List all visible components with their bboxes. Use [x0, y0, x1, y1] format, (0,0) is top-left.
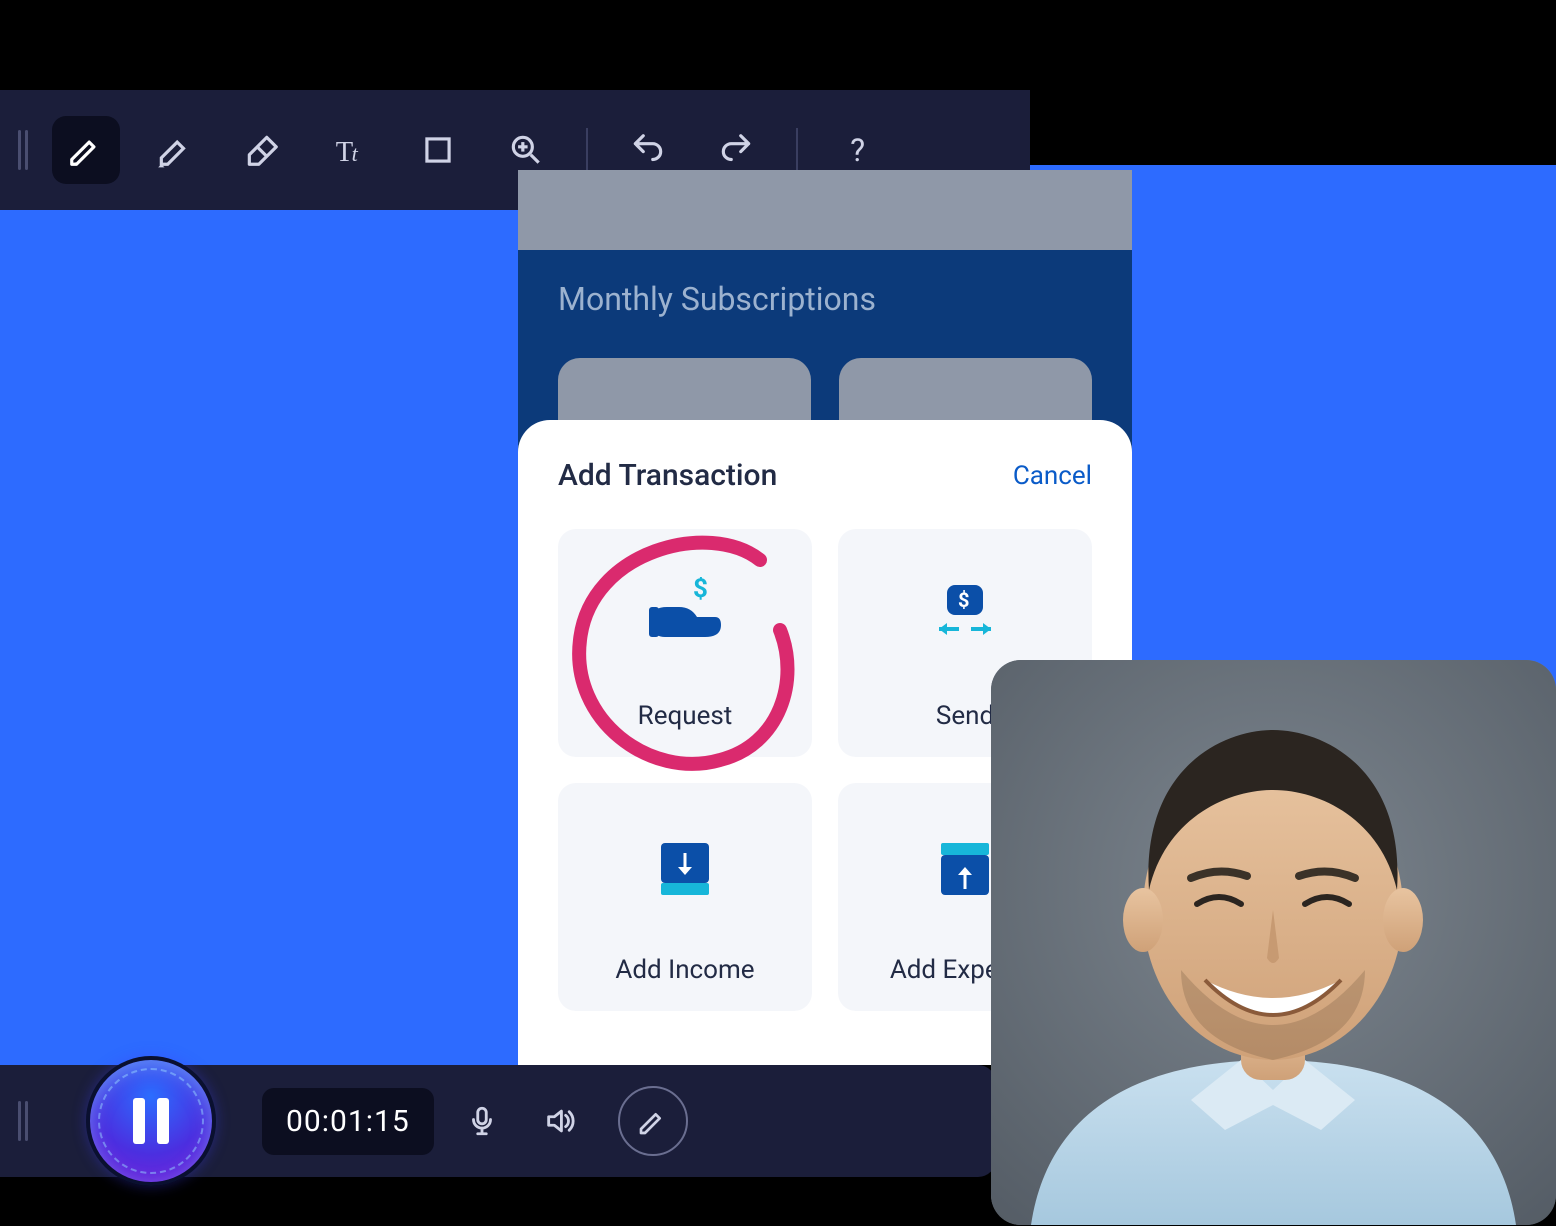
svg-text:$: $	[693, 577, 708, 604]
toolbar-divider	[796, 128, 798, 172]
add-income-icon	[645, 831, 725, 905]
zoom-in-icon	[507, 131, 545, 169]
send-money-icon: $	[925, 577, 1005, 651]
svg-text:T: T	[336, 137, 353, 168]
toolbar-divider	[586, 128, 588, 172]
eraser-icon	[243, 131, 281, 169]
recording-toolbar: 00:01:15	[0, 1065, 996, 1177]
redo-icon	[717, 131, 755, 169]
tile-label: Send	[936, 701, 994, 731]
drag-handle-icon[interactable]	[18, 130, 32, 170]
svg-text:$: $	[958, 588, 969, 612]
svg-text:t: t	[352, 141, 359, 166]
sheet-title: Add Transaction	[558, 458, 777, 493]
pen-icon	[637, 1105, 669, 1137]
recording-timer: 00:01:15	[262, 1088, 434, 1155]
undo-icon	[629, 131, 667, 169]
request-money-icon: $	[645, 577, 725, 651]
eraser-tool-button[interactable]	[228, 116, 296, 184]
pen-icon	[67, 131, 105, 169]
microphone-icon	[465, 1104, 499, 1138]
microphone-button[interactable]	[452, 1091, 512, 1151]
rectangle-icon	[419, 131, 457, 169]
highlighter-icon	[155, 131, 193, 169]
webcam-preview[interactable]	[991, 660, 1556, 1225]
text-tool-button[interactable]: Tt	[316, 116, 384, 184]
highlighter-tool-button[interactable]	[140, 116, 208, 184]
svg-text:?: ?	[850, 132, 865, 169]
tile-label: Request	[638, 701, 733, 731]
add-income-tile[interactable]: Add Income	[558, 783, 812, 1011]
request-tile[interactable]: $ Request	[558, 529, 812, 757]
tile-label: Add Income	[615, 955, 754, 985]
text-icon: Tt	[331, 131, 369, 169]
help-icon: ?	[839, 131, 877, 169]
pause-recording-button[interactable]	[86, 1056, 216, 1186]
section-title: Monthly Subscriptions	[558, 280, 1092, 318]
pen-tool-button[interactable]	[52, 116, 120, 184]
rectangle-tool-button[interactable]	[404, 116, 472, 184]
stage: Tt ? Monthly Subscriptions	[0, 50, 1556, 1226]
speaker-icon	[543, 1104, 577, 1138]
draw-toggle-button[interactable]	[618, 1086, 688, 1156]
speaker-button[interactable]	[530, 1091, 590, 1151]
cancel-button[interactable]: Cancel	[1013, 461, 1092, 491]
avatar-placeholder-icon	[991, 660, 1556, 1225]
drag-handle-icon[interactable]	[18, 1101, 28, 1141]
pause-icon	[133, 1098, 169, 1144]
